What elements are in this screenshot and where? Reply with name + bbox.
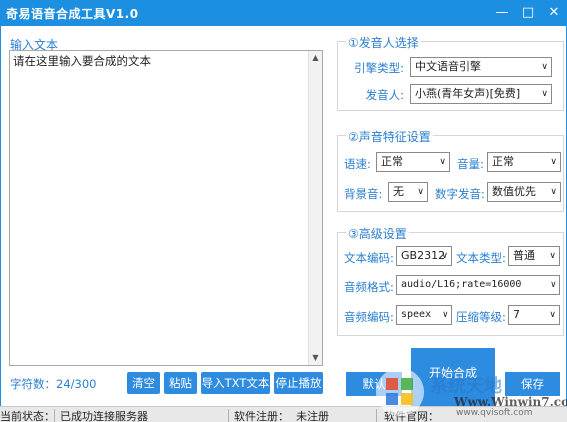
volume-value: 正常: [492, 155, 514, 168]
speaker-label: 发音人:: [365, 88, 404, 102]
current-state-value: 已成功连接服务器: [60, 410, 148, 422]
default-button[interactable]: 默认: [346, 372, 402, 396]
text-type-select[interactable]: 普通 ∨: [508, 246, 560, 266]
scroll-down-icon[interactable]: ▼: [309, 351, 322, 365]
chevron-down-icon: ∨: [442, 310, 448, 320]
speaker-group: ①发音人选择 引擎类型: 中文语音引擎 ∨ 发音人: 小燕(青年女声)[免费] …: [337, 34, 564, 111]
advanced-group-title: ③高级设置: [346, 225, 409, 242]
chevron-down-icon: ∨: [541, 62, 548, 72]
close-button[interactable]: ✕: [543, 3, 565, 23]
speed-label: 语速:: [344, 157, 371, 171]
chevron-down-icon: ∨: [549, 251, 556, 261]
save-button[interactable]: 保存: [505, 372, 560, 396]
text-input-area[interactable]: 请在这里输入要合成的文本 ▲ ▼: [9, 50, 323, 366]
speaker-group-title: ①发音人选择: [346, 34, 421, 51]
voice-group: ②声音特征设置 语速: 正常 ∨ 音量: 正常 ∨ 背景音: 无 ∨ 数字发音:…: [337, 128, 564, 212]
registration-label: 软件注册：: [234, 410, 289, 422]
speaker-value: 小燕(青年女声)[免费]: [415, 87, 521, 100]
compress-level-label: 压缩等级:: [456, 310, 506, 324]
engine-type-label: 引擎类型:: [354, 61, 404, 75]
maximize-button[interactable]: □: [517, 3, 539, 23]
audio-format-value: audio/L16;rate=16000: [401, 279, 522, 290]
window-title: 奇易语音合成工具V1.0: [6, 7, 139, 21]
status-bar: 当前状态： 已成功连接服务器 软件注册： 未注册 软件官网：: [0, 406, 567, 422]
status-divider: [228, 409, 229, 422]
chevron-down-icon: ∨: [550, 157, 557, 167]
chevron-down-icon: ∨: [441, 251, 448, 261]
engine-type-select[interactable]: 中文语音引擎 ∨: [410, 57, 552, 77]
scroll-up-icon[interactable]: ▲: [309, 51, 322, 65]
speaker-select[interactable]: 小燕(青年女声)[免费] ∨: [410, 84, 552, 104]
speed-select[interactable]: 正常 ∨: [376, 152, 450, 172]
compress-level-select[interactable]: 7 ∨: [508, 305, 560, 325]
digit-label: 数字发音:: [435, 187, 485, 201]
chevron-down-icon: ∨: [541, 89, 548, 99]
digit-value: 数值优先: [492, 185, 536, 198]
char-count: 字符数：24/300: [10, 377, 97, 391]
text-scrollbar[interactable]: ▲ ▼: [308, 51, 322, 365]
audio-format-label: 音频格式:: [344, 280, 394, 294]
chevron-down-icon: ∨: [439, 157, 446, 167]
text-encoding-label: 文本编码:: [344, 251, 394, 265]
volume-select[interactable]: 正常 ∨: [487, 152, 561, 172]
compress-level-value: 7: [513, 308, 520, 321]
status-divider: [376, 409, 377, 422]
import-txt-button[interactable]: 导入TXT文本: [201, 372, 270, 394]
volume-label: 音量:: [457, 157, 484, 171]
bgm-label: 背景音:: [344, 187, 383, 201]
audio-codec-value: speex: [401, 309, 432, 320]
registration-value[interactable]: 未注册: [296, 408, 329, 422]
chevron-down-icon: ∨: [550, 280, 556, 290]
advanced-group: ③高级设置 文本编码: GB2312 ∨ 文本类型: 普通 ∨ 音频格式: au…: [337, 225, 564, 336]
status-divider: [54, 409, 55, 422]
current-state-label: 当前状态：: [0, 410, 55, 422]
text-encoding-value: GB2312: [401, 249, 446, 262]
paste-button[interactable]: 粘贴: [164, 372, 197, 394]
start-synthesis-button[interactable]: 开始合成: [411, 348, 495, 406]
bgm-value: 无: [393, 185, 404, 198]
chevron-down-icon: ∨: [417, 187, 424, 197]
voice-group-title: ②声音特征设置: [346, 128, 433, 145]
engine-type-value: 中文语音引擎: [415, 60, 481, 73]
text-encoding-select[interactable]: GB2312 ∨: [396, 246, 452, 266]
audio-codec-label: 音频编码:: [344, 310, 394, 324]
title-bar: 奇易语音合成工具V1.0 — □ ✕: [0, 0, 567, 26]
speed-value: 正常: [381, 155, 403, 168]
chevron-down-icon: ∨: [549, 310, 556, 320]
minimize-button[interactable]: —: [491, 3, 513, 23]
bgm-select[interactable]: 无 ∨: [388, 182, 428, 202]
chevron-down-icon: ∨: [550, 187, 557, 197]
clear-button[interactable]: 清空: [127, 372, 160, 394]
audio-codec-select[interactable]: speex ∨: [396, 305, 452, 325]
text-type-value: 普通: [513, 249, 535, 262]
audio-format-select[interactable]: audio/L16;rate=16000 ∨: [396, 275, 560, 295]
text-input-content[interactable]: 请在这里输入要合成的文本: [13, 53, 151, 69]
website-label: 软件官网：: [384, 410, 439, 422]
digit-select[interactable]: 数值优先 ∨: [487, 182, 561, 202]
stop-playback-button[interactable]: 停止播放: [274, 372, 323, 394]
text-type-label: 文本类型:: [456, 251, 506, 265]
